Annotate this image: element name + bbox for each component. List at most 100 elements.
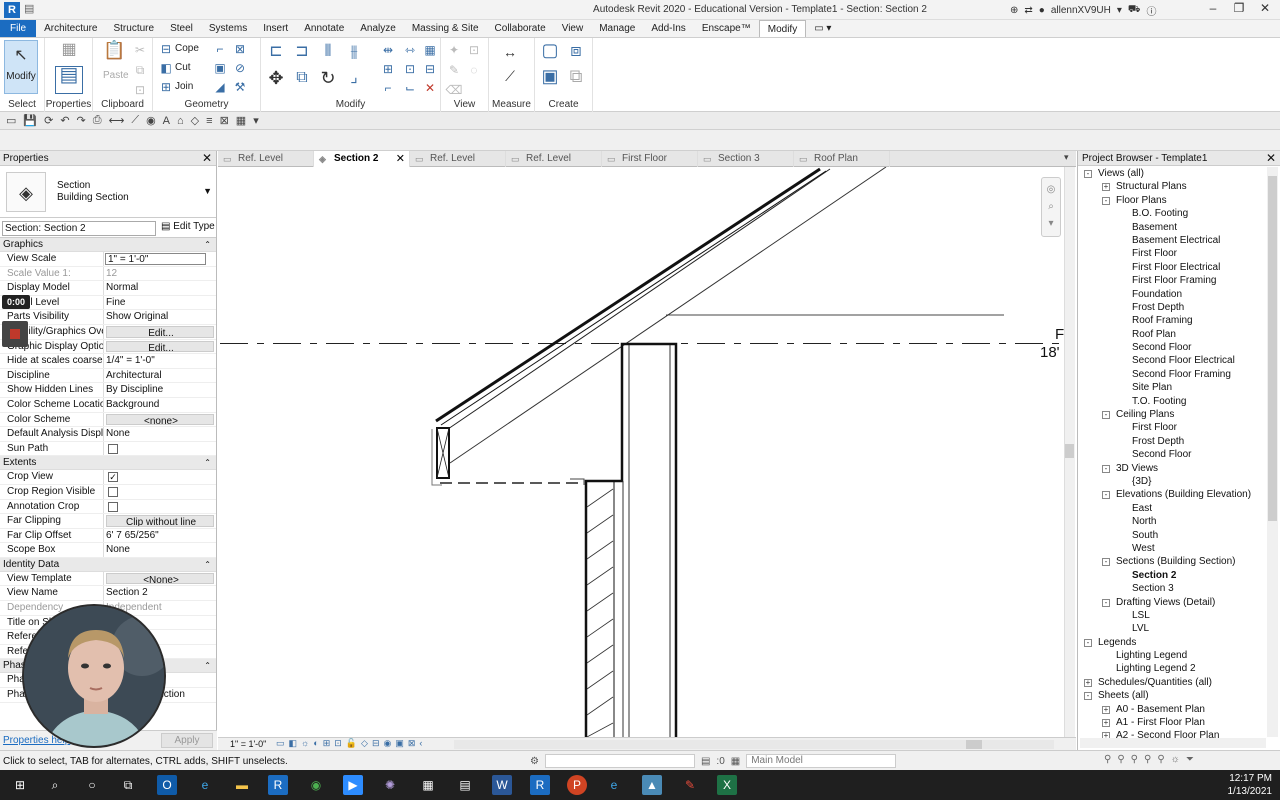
tab-analyze[interactable]: Analyze	[352, 20, 404, 37]
checkbox[interactable]	[108, 443, 118, 454]
photos-icon[interactable]: ▲	[642, 775, 662, 795]
task-view-icon[interactable]: ⧉	[118, 775, 138, 795]
dimension-icon[interactable]: ⟋	[495, 68, 525, 84]
match-icon[interactable]: ⊡	[131, 82, 149, 98]
instance-dropdown[interactable]: Section: Section 2	[2, 221, 156, 236]
browser-item[interactable]: - Floor Plans	[1078, 194, 1268, 207]
trim-icon[interactable]: ⌟	[343, 70, 365, 90]
filter-icon[interactable]: ⏷	[1186, 754, 1194, 765]
close-icon[interactable]: ✕	[202, 151, 212, 166]
view-tab-first-floor[interactable]: ▭ First Floor	[602, 151, 698, 167]
measure-icon[interactable]: ↔	[495, 44, 525, 60]
property-value[interactable]: By Discipline	[104, 383, 216, 397]
unpin-icon[interactable]: ⊟	[421, 61, 439, 77]
wall-joins-icon[interactable]: ⌐	[211, 41, 229, 57]
switch-windows-icon[interactable]: ▦	[236, 114, 246, 127]
collapse-icon[interactable]: -	[1084, 692, 1092, 701]
property-value[interactable]: Background	[104, 398, 216, 412]
property-value[interactable]: Edit...	[106, 325, 214, 338]
property-value[interactable]: 12	[104, 267, 216, 281]
chevron-down-icon[interactable]: ▾	[1117, 5, 1122, 16]
paint-icon[interactable]: ▣	[211, 60, 229, 76]
tab-steel[interactable]: Steel	[162, 20, 201, 37]
analysis-icon[interactable]: ▣	[395, 738, 404, 749]
temp-view-icon[interactable]: ⊟	[372, 738, 380, 749]
property-value[interactable]: 1/4" = 1'-0"	[104, 354, 216, 368]
linework-icon[interactable]: ✎	[445, 62, 463, 78]
property-value[interactable]: ✓	[104, 470, 216, 484]
hammer-icon[interactable]: ⚒	[231, 79, 249, 95]
save-icon[interactable]: 💾	[23, 114, 37, 127]
expand-icon[interactable]: +	[1102, 705, 1110, 714]
override-icon[interactable]: ⊡	[465, 42, 483, 58]
browser-item[interactable]: - Legends	[1078, 636, 1268, 649]
collapse-icon[interactable]: -	[1102, 464, 1110, 473]
tab-view[interactable]: View	[554, 20, 592, 37]
restore-icon[interactable]: ❐	[1226, 1, 1252, 15]
browser-item[interactable]: - Sheets (all)	[1078, 689, 1268, 702]
browser-item[interactable]: Second Floor Framing	[1078, 368, 1268, 381]
3d-view-icon[interactable]: ⌂	[177, 115, 184, 127]
collapse-icon[interactable]: -	[1084, 170, 1092, 178]
checkbox[interactable]	[108, 501, 118, 512]
collapse-icon[interactable]: -	[1102, 411, 1110, 420]
browser-item[interactable]: Section 3	[1078, 582, 1268, 595]
browser-item[interactable]: Second Floor	[1078, 341, 1268, 354]
split-gap-icon[interactable]: ⇿	[401, 42, 419, 58]
browser-item[interactable]: West	[1078, 542, 1268, 555]
sun-path-icon[interactable]: ☼	[301, 738, 309, 749]
level-head-letter[interactable]: F	[1055, 326, 1064, 343]
create-assembly-icon[interactable]: ▢	[539, 41, 561, 64]
design-option-select[interactable]: Main Model	[746, 754, 897, 768]
app-icon[interactable]: ✺	[380, 775, 400, 795]
browser-item[interactable]: Basement	[1078, 221, 1268, 234]
property-value[interactable]: Architectural	[104, 369, 216, 383]
join-roof-icon[interactable]: ◢	[211, 79, 229, 95]
design-options-icon[interactable]: ▦	[731, 756, 740, 767]
workset-icon[interactable]: ⚙	[530, 756, 539, 767]
type-selector[interactable]: ◈ Section Building Section ▼	[0, 166, 216, 218]
property-value[interactable]: <none>	[106, 413, 214, 426]
sync-icon[interactable]: ⟳	[44, 114, 53, 127]
user-name[interactable]: allennXV9UH	[1051, 5, 1111, 16]
help-icon[interactable]: ⓘ	[1147, 3, 1157, 18]
tab-massing-site[interactable]: Massing & Site	[404, 20, 487, 37]
eraser-icon[interactable]: ⌫	[445, 82, 463, 98]
checkbox[interactable]	[108, 486, 118, 497]
user-icon[interactable]: ●	[1039, 5, 1045, 16]
customize-icon[interactable]: ▾	[253, 114, 259, 127]
cut-button[interactable]: Cut	[175, 62, 191, 73]
tab-insert[interactable]: Insert	[255, 20, 296, 37]
property-value[interactable]: Normal	[104, 281, 216, 295]
zoom-icon[interactable]: ⌕	[1042, 201, 1060, 212]
cope-icon[interactable]: ⊟	[157, 41, 175, 57]
mirror-draw-icon[interactable]: ⫵	[343, 44, 365, 64]
browser-item[interactable]: Lighting Legend 2	[1078, 662, 1268, 675]
pin-element-icon[interactable]: ⊡	[401, 61, 419, 77]
type-properties-icon[interactable]: ▦	[59, 42, 79, 62]
pin-icon[interactable]: ⊕	[1010, 5, 1018, 16]
property-value[interactable]	[104, 500, 216, 514]
select-face-icon[interactable]: ⚲	[1144, 754, 1151, 765]
collapse-icon[interactable]: -	[1102, 558, 1110, 567]
expand-icon[interactable]: +	[1102, 183, 1110, 192]
chrome-icon[interactable]: ◉	[306, 775, 326, 795]
cart-icon[interactable]: ⛟	[1128, 4, 1141, 17]
property-value[interactable]: 6' 7 65/256"	[104, 529, 216, 543]
paste-icon[interactable]: 📋	[103, 41, 125, 68]
browser-item[interactable]: LSL	[1078, 609, 1268, 622]
copy-element-icon[interactable]: ⧉	[291, 70, 313, 90]
browser-scroll-thumb[interactable]	[1268, 176, 1277, 521]
edit-type-button[interactable]: ▤ Edit Type	[161, 221, 215, 232]
move-icon[interactable]: ✥	[265, 69, 287, 90]
collapse-icon[interactable]: -	[1102, 196, 1110, 205]
join-icon[interactable]: ⊞	[157, 79, 175, 95]
calculator-icon[interactable]: ▦	[418, 775, 438, 795]
browser-hscrollbar[interactable]	[1080, 738, 1266, 748]
acrobat-icon[interactable]: ✎	[680, 775, 700, 795]
edge-icon[interactable]: e	[195, 775, 215, 795]
minimize-icon[interactable]: –	[1200, 1, 1226, 15]
properties-icon[interactable]: ▤	[55, 65, 83, 94]
view-tab-section-3[interactable]: ▭ Section 3	[698, 151, 794, 167]
property-value[interactable]: None	[104, 427, 216, 441]
